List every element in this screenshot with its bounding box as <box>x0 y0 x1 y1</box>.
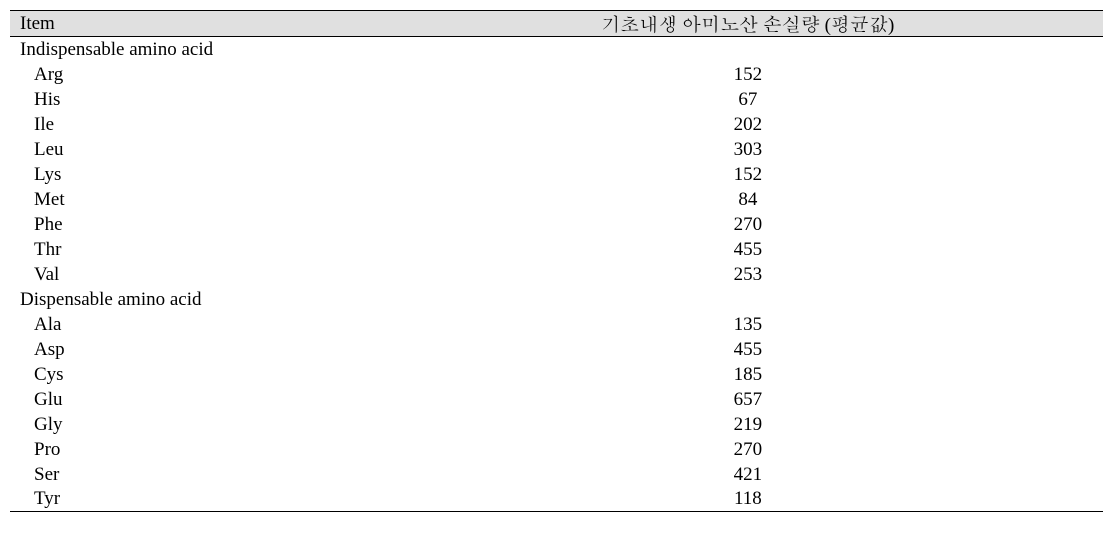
row-value: 118 <box>513 488 1103 510</box>
table-row: Met 84 <box>10 187 1103 212</box>
row-value: 657 <box>513 389 1103 411</box>
table-row: Arg 152 <box>10 62 1103 87</box>
table-row: Leu 303 <box>10 137 1103 162</box>
header-value-column: 기초내생 아미노산 손실량 (평균값) <box>513 10 1103 37</box>
row-value: 455 <box>513 239 1103 261</box>
table-row: Phe 270 <box>10 212 1103 237</box>
row-value: 84 <box>513 189 1103 211</box>
table-row: His 67 <box>10 87 1103 112</box>
table-row: Val 253 <box>10 262 1103 287</box>
section-title: Indispensable amino acid <box>10 39 213 61</box>
table-row: Ser 421 <box>10 462 1103 487</box>
row-value: 270 <box>513 214 1103 236</box>
row-value: 253 <box>513 264 1103 286</box>
row-value: 421 <box>513 464 1103 486</box>
table-row: Thr 455 <box>10 237 1103 262</box>
table-row: Asp 455 <box>10 337 1103 362</box>
row-value: 270 <box>513 439 1103 461</box>
row-label: Pro <box>10 439 513 461</box>
row-value: 219 <box>513 414 1103 436</box>
header-item-column: Item <box>10 13 513 35</box>
table-row: Tyr 118 <box>10 487 1103 512</box>
row-label: Val <box>10 264 513 286</box>
row-value: 152 <box>513 164 1103 186</box>
section-title: Dispensable amino acid <box>10 289 202 311</box>
table-header-row: Item 기초내생 아미노산 손실량 (평균값) <box>10 10 1103 37</box>
row-label: Asp <box>10 339 513 361</box>
row-label: Lys <box>10 164 513 186</box>
row-value: 67 <box>513 89 1103 111</box>
table-row: Gly 219 <box>10 412 1103 437</box>
row-label: Tyr <box>10 488 513 510</box>
row-label: Cys <box>10 364 513 386</box>
amino-acid-table: Item 기초내생 아미노산 손실량 (평균값) Indispensable a… <box>10 10 1103 512</box>
table-row: Ile 202 <box>10 112 1103 137</box>
row-label: Ala <box>10 314 513 336</box>
row-value: 303 <box>513 139 1103 161</box>
row-value: 135 <box>513 314 1103 336</box>
section-row: Indispensable amino acid <box>10 37 1103 62</box>
row-label: Arg <box>10 64 513 86</box>
row-label: Thr <box>10 239 513 261</box>
row-label: His <box>10 89 513 111</box>
row-value: 202 <box>513 114 1103 136</box>
row-label: Phe <box>10 214 513 236</box>
table-row: Ala 135 <box>10 312 1103 337</box>
table-row: Cys 185 <box>10 362 1103 387</box>
row-label: Gly <box>10 414 513 436</box>
table-row: Glu 657 <box>10 387 1103 412</box>
row-label: Leu <box>10 139 513 161</box>
row-label: Ile <box>10 114 513 136</box>
row-value: 152 <box>513 64 1103 86</box>
row-label: Glu <box>10 389 513 411</box>
table-row: Lys 152 <box>10 162 1103 187</box>
row-label: Met <box>10 189 513 211</box>
section-row: Dispensable amino acid <box>10 287 1103 312</box>
row-value: 455 <box>513 339 1103 361</box>
row-label: Ser <box>10 464 513 486</box>
table-row: Pro 270 <box>10 437 1103 462</box>
row-value: 185 <box>513 364 1103 386</box>
